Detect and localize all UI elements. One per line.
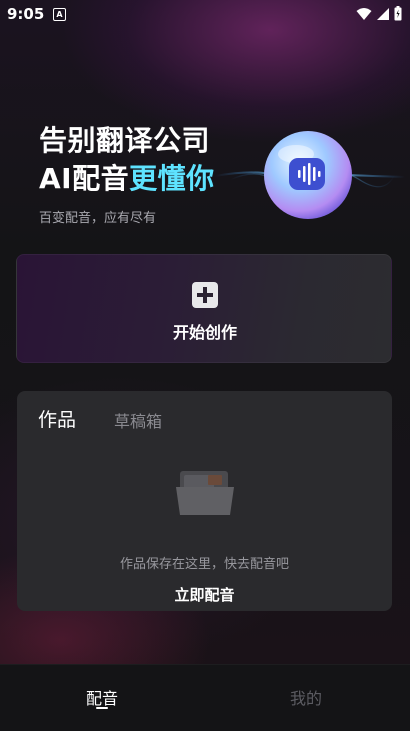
empty-state-text: 作品保存在这里，快去配音吧 bbox=[119, 557, 289, 572]
status-bar: 9:05 A bbox=[0, 0, 410, 28]
dub-now-button[interactable]: 立即配音 bbox=[17, 584, 392, 605]
voice-orb-illustration bbox=[214, 131, 406, 219]
page-background bbox=[0, 0, 410, 730]
start-creation-label: 开始创作 bbox=[172, 323, 237, 342]
battery-icon bbox=[394, 6, 402, 21]
nav-item-mine[interactable]: 我的 bbox=[290, 685, 322, 709]
tab-drafts[interactable]: 草稿箱 bbox=[114, 408, 162, 432]
nav-item-dubbing[interactable]: 配音 bbox=[86, 685, 118, 709]
nav-active-indicator bbox=[96, 707, 108, 709]
start-creation-card[interactable]: 开始创作 bbox=[16, 254, 392, 363]
hero-title-line2: AI配音更懂你 bbox=[39, 160, 215, 198]
status-icons bbox=[356, 6, 402, 21]
hero-title-prefix: AI配音 bbox=[39, 162, 130, 195]
status-time: 9:05 bbox=[7, 5, 45, 23]
works-panel: 作品 草稿箱 作品保存在这里，快去配音吧 立即配音 bbox=[17, 391, 392, 611]
wifi-icon bbox=[356, 7, 372, 20]
hero-title-highlight: 更懂你 bbox=[129, 162, 215, 195]
hero-subtitle: 百变配音，应有尽有 bbox=[39, 211, 157, 226]
empty-folder-icon bbox=[176, 471, 234, 515]
hero-title-line1: 告别翻译公司 bbox=[39, 124, 211, 157]
notification-icon: A bbox=[53, 8, 66, 21]
tab-works[interactable]: 作品 bbox=[38, 405, 76, 432]
hero-title: 告别翻译公司 AI配音更懂你 bbox=[39, 122, 215, 198]
signal-icon bbox=[377, 7, 389, 20]
plus-icon bbox=[192, 282, 218, 308]
bottom-nav: 配音 我的 bbox=[0, 664, 410, 731]
